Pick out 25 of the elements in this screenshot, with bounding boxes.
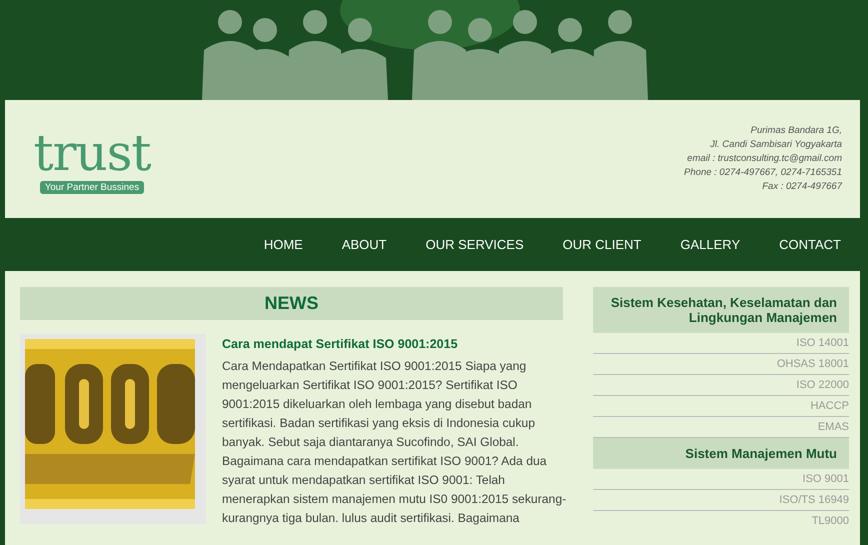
nav-link[interactable]: CONTACT [779, 237, 841, 252]
article-text: Cara Mendapatkan Sertifikat ISO 9001:2015 Siapa yang mengeluarkan Sertifikat ISO 9001:2015? Sertifikat ISO 9001:2015 dikeluarkan oleh lembaga yang disebut badan sertifikasi. Badan sertifikasi yang eksis di Indonesia cukup banyak. Sebut saja diantaranya Sucofindo, SAI Global. Bagaimana cara mendapatkan sertifikat ISO 9001? Ada dua syarat untuk mendapatkan sertifikat ISO 9001: Telah menerapkan sistem manajemen mutu IS0 9001:2015 sekurang-kurangnya tiga bulan. lulus audit sertifikasi. Bagaimana [222, 358, 568, 527]
contact-line: Phone : 0274-497667, 0274-7165351 [684, 166, 842, 180]
contact-line: email : trustconsulting.tc@gmail.com [687, 152, 842, 166]
nav-link[interactable]: GALLERY [680, 237, 740, 252]
sidebar-link[interactable]: ISO 14001 [593, 333, 849, 354]
contact-line: Purimas Bandara 1G, [750, 124, 842, 138]
contact-line: Jl. Candi Sambisari Yogyakarta [710, 138, 842, 152]
section-heading: NEWS [20, 287, 563, 320]
sidebar-link[interactable]: TL9000 [593, 511, 849, 531]
nav-link[interactable]: OUR SERVICES [426, 237, 524, 252]
sidebar-link[interactable]: ISO/TS 16949 [593, 490, 849, 511]
logo-wordmark: trust [34, 124, 150, 180]
contact-line: Fax : 0274-497667 [762, 180, 842, 194]
sidebar-heading: Sistem Manajemen Mutu [593, 438, 849, 469]
sidebar-link[interactable]: OHSAS 18001 [593, 354, 849, 375]
sidebar-link[interactable]: ISO 22000 [593, 375, 849, 396]
nav-link[interactable]: OUR CLIENT [562, 237, 642, 252]
logo-tagline: Your Partner Bussines [40, 180, 144, 194]
nav-link[interactable]: HOME [264, 237, 303, 252]
sidebar-link[interactable]: HACCP [593, 396, 849, 417]
nav-link[interactable]: ABOUT [342, 237, 387, 252]
sidebar-link[interactable]: ISO 9001 [593, 469, 849, 490]
sidebar-heading: Sistem Kesehatan, Keselamatan dan Lingkungan Manajemen [593, 287, 849, 333]
article-title: Cara mendapat Sertifikat ISO 9001:2015 [222, 337, 459, 351]
